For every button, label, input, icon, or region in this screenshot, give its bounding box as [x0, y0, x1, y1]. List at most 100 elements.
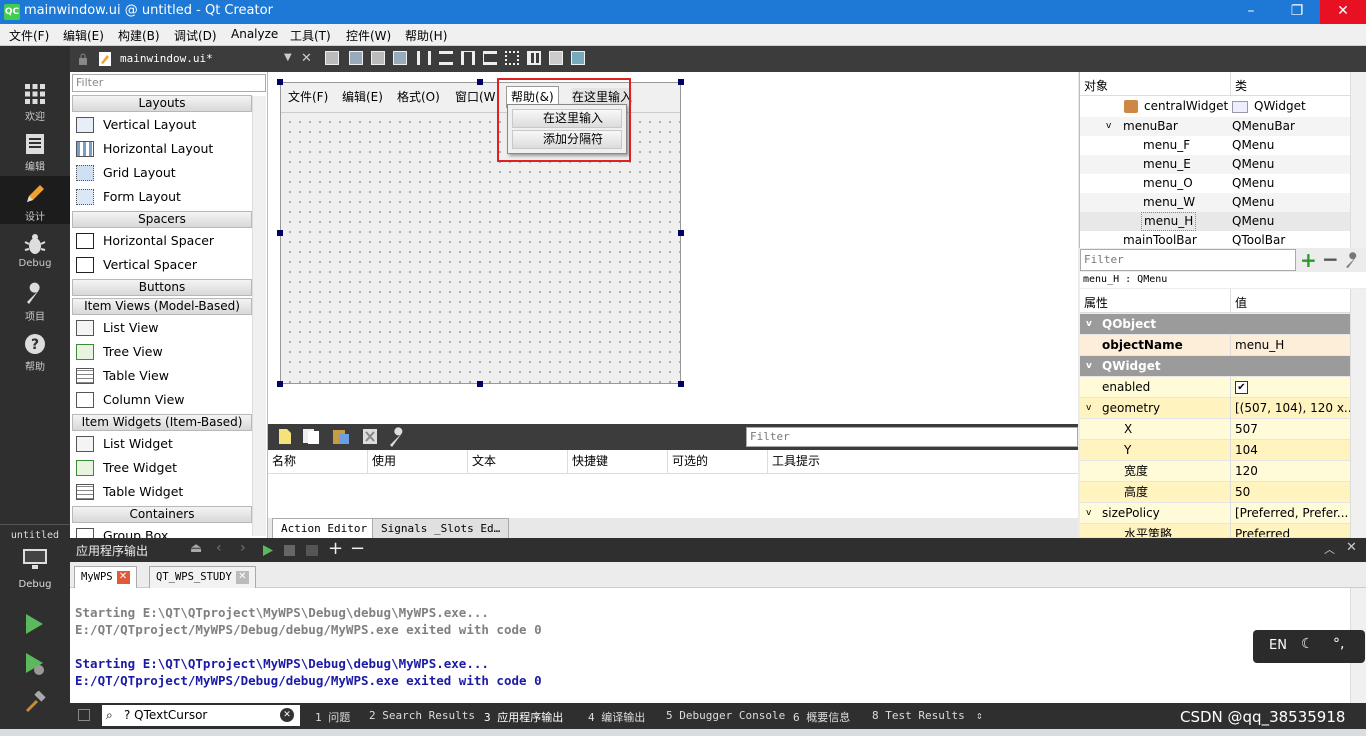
form-menu-edit[interactable]: 编辑(E) [342, 88, 383, 105]
property-value[interactable]: ✔ [1230, 377, 1350, 398]
widget-table-widget[interactable]: Table Widget [72, 480, 252, 504]
paste-action-icon[interactable] [332, 428, 350, 445]
delete-action-icon[interactable] [362, 428, 378, 445]
column-header[interactable]: 使用 [368, 450, 468, 474]
menu-controls[interactable]: 控件(W) [346, 27, 391, 44]
tree-row[interactable]: centralWidget QWidget [1080, 97, 1350, 116]
widget-tree-view[interactable]: Tree View [72, 340, 252, 364]
resize-handle[interactable] [277, 381, 283, 387]
widget-horizontal-spacer[interactable]: Horizontal Spacer [72, 229, 252, 253]
property-value[interactable]: 50 [1230, 482, 1350, 503]
category-item-views[interactable]: Item Views (Model-Based) [72, 298, 252, 315]
tree-row[interactable]: v menuBar QMenuBar [1080, 117, 1350, 136]
property-value[interactable]: 120 [1230, 461, 1350, 482]
property-value[interactable]: menu_H [1230, 335, 1350, 356]
property-value[interactable]: Preferred [1230, 524, 1350, 537]
zoom-in-icon[interactable]: + [328, 538, 343, 559]
toggle-sidebar-icon[interactable] [78, 709, 90, 721]
maximize-pane-icon[interactable]: ︿ [1324, 541, 1335, 557]
layout-horizontal-icon[interactable] [417, 51, 431, 65]
widget-group-box[interactable]: Group Box [72, 524, 252, 538]
action-filter-input[interactable]: Filter [746, 427, 1078, 447]
layout-h-splitter-icon[interactable] [461, 51, 475, 65]
column-header[interactable]: 类 [1230, 72, 1247, 96]
property-value[interactable]: [Preferred, Prefer... [1230, 503, 1350, 524]
close-pane-icon[interactable]: ✕ [1346, 540, 1357, 555]
collapse-arrow-icon[interactable]: v [1086, 503, 1091, 524]
attach-icon[interactable]: ⏏ [190, 541, 202, 556]
widget-filter-input[interactable]: Filter [72, 74, 266, 92]
run-button[interactable] [24, 613, 44, 638]
resize-handle[interactable] [678, 79, 684, 85]
tab-action-editor[interactable]: Action Editor [272, 518, 377, 538]
property-row[interactable]: 宽度 120 [1080, 461, 1350, 482]
category-layouts[interactable]: Layouts [72, 95, 252, 112]
widget-horizontal-layout[interactable]: Horizontal Layout [72, 137, 252, 161]
tree-row-selected[interactable]: menu_H QMenu [1080, 212, 1350, 231]
widget-tree-widget[interactable]: Tree Widget [72, 456, 252, 480]
configure-action-icon[interactable] [388, 427, 410, 447]
pane-app-output[interactable]: 3 应用程序输出 [484, 709, 563, 725]
debug-run-button[interactable] [24, 652, 46, 679]
category-item-widgets[interactable]: Item Widgets (Item-Based) [72, 414, 252, 431]
menu-debug[interactable]: 调试(D) [174, 27, 217, 44]
minimize-button[interactable]: – [1228, 0, 1274, 24]
column-header[interactable]: 对象 [1084, 77, 1108, 94]
edit-buddies-icon[interactable] [371, 51, 385, 65]
property-row[interactable]: enabled ✔ [1080, 377, 1350, 398]
mode-welcome[interactable]: 欢迎 [0, 76, 70, 124]
mode-edit[interactable]: 编辑 [0, 126, 70, 174]
pane-test-results[interactable]: 8 Test Results [872, 709, 965, 722]
break-layout-icon[interactable] [549, 51, 563, 65]
remove-property-icon[interactable]: − [1322, 249, 1339, 269]
debug-attach-icon[interactable] [306, 545, 318, 556]
property-value[interactable]: 104 [1230, 440, 1350, 461]
resize-handle[interactable] [477, 79, 483, 85]
tree-row[interactable]: menu_O QMenu [1080, 174, 1350, 193]
copy-action-icon[interactable] [302, 428, 320, 445]
layout-form-icon[interactable] [505, 51, 519, 65]
layout-grid-icon[interactable] [527, 51, 541, 65]
form-menu-format[interactable]: 格式(O) [397, 88, 440, 105]
widget-column-view[interactable]: Column View [72, 388, 252, 412]
form-menu-window[interactable]: 窗口(W [455, 88, 496, 105]
output-tab-qt-wps-study[interactable]: QT_WPS_STUDY ✕ [149, 566, 256, 588]
column-header[interactable]: 文本 [468, 450, 568, 474]
menu-file[interactable]: 文件(F) [9, 27, 49, 44]
widget-list-view[interactable]: List View [72, 316, 252, 340]
property-row[interactable]: X 507 [1080, 419, 1350, 440]
property-row[interactable]: Y 104 [1080, 440, 1350, 461]
menu-analyze[interactable]: Analyze [231, 27, 278, 41]
column-header[interactable]: 工具提示 [768, 450, 1078, 474]
close-button[interactable]: ✕ [1320, 0, 1366, 24]
adjust-size-icon[interactable] [571, 51, 585, 65]
open-document-name[interactable]: mainwindow.ui* [120, 52, 213, 65]
menu-help[interactable]: 帮助(H) [405, 27, 447, 44]
zoom-out-icon[interactable]: − [350, 538, 365, 559]
pane-general-messages[interactable]: 6 概要信息 [793, 709, 850, 725]
resize-handle[interactable] [678, 381, 684, 387]
menu-tools[interactable]: 工具(T) [290, 27, 331, 44]
category-buttons[interactable]: Buttons [72, 279, 252, 296]
pane-search-results[interactable]: 2 Search Results [369, 709, 475, 722]
column-header[interactable]: 快捷键 [568, 450, 668, 474]
resize-handle[interactable] [277, 230, 283, 236]
locator-input[interactable]: ⌕ ? QTextCursor ✕ [102, 705, 300, 726]
pane-issues[interactable]: 1 问题 [315, 709, 350, 725]
widget-list-widget[interactable]: List Widget [72, 432, 252, 456]
property-value[interactable]: 507 [1230, 419, 1350, 440]
column-header[interactable]: 属性 [1084, 294, 1108, 311]
collapse-arrow-icon[interactable]: v [1106, 117, 1111, 136]
widget-vertical-spacer[interactable]: Vertical Spacer [72, 253, 252, 277]
next-icon[interactable]: › [240, 540, 246, 556]
pane-compile-output[interactable]: 4 编译输出 [588, 709, 645, 725]
new-action-icon[interactable] [278, 428, 292, 445]
property-row[interactable]: v geometry [(507, 104), 120 x... [1080, 398, 1350, 419]
column-header[interactable]: 可选的 [668, 450, 768, 474]
ime-indicator[interactable]: EN ☾ °, [1253, 630, 1365, 663]
mode-design[interactable]: 设计 [0, 176, 70, 224]
layout-v-splitter-icon[interactable] [483, 51, 497, 65]
action-table-body[interactable] [268, 474, 1078, 518]
tree-row[interactable]: menu_W QMenu [1080, 193, 1350, 212]
widget-box-scrollbar[interactable] [252, 96, 266, 536]
